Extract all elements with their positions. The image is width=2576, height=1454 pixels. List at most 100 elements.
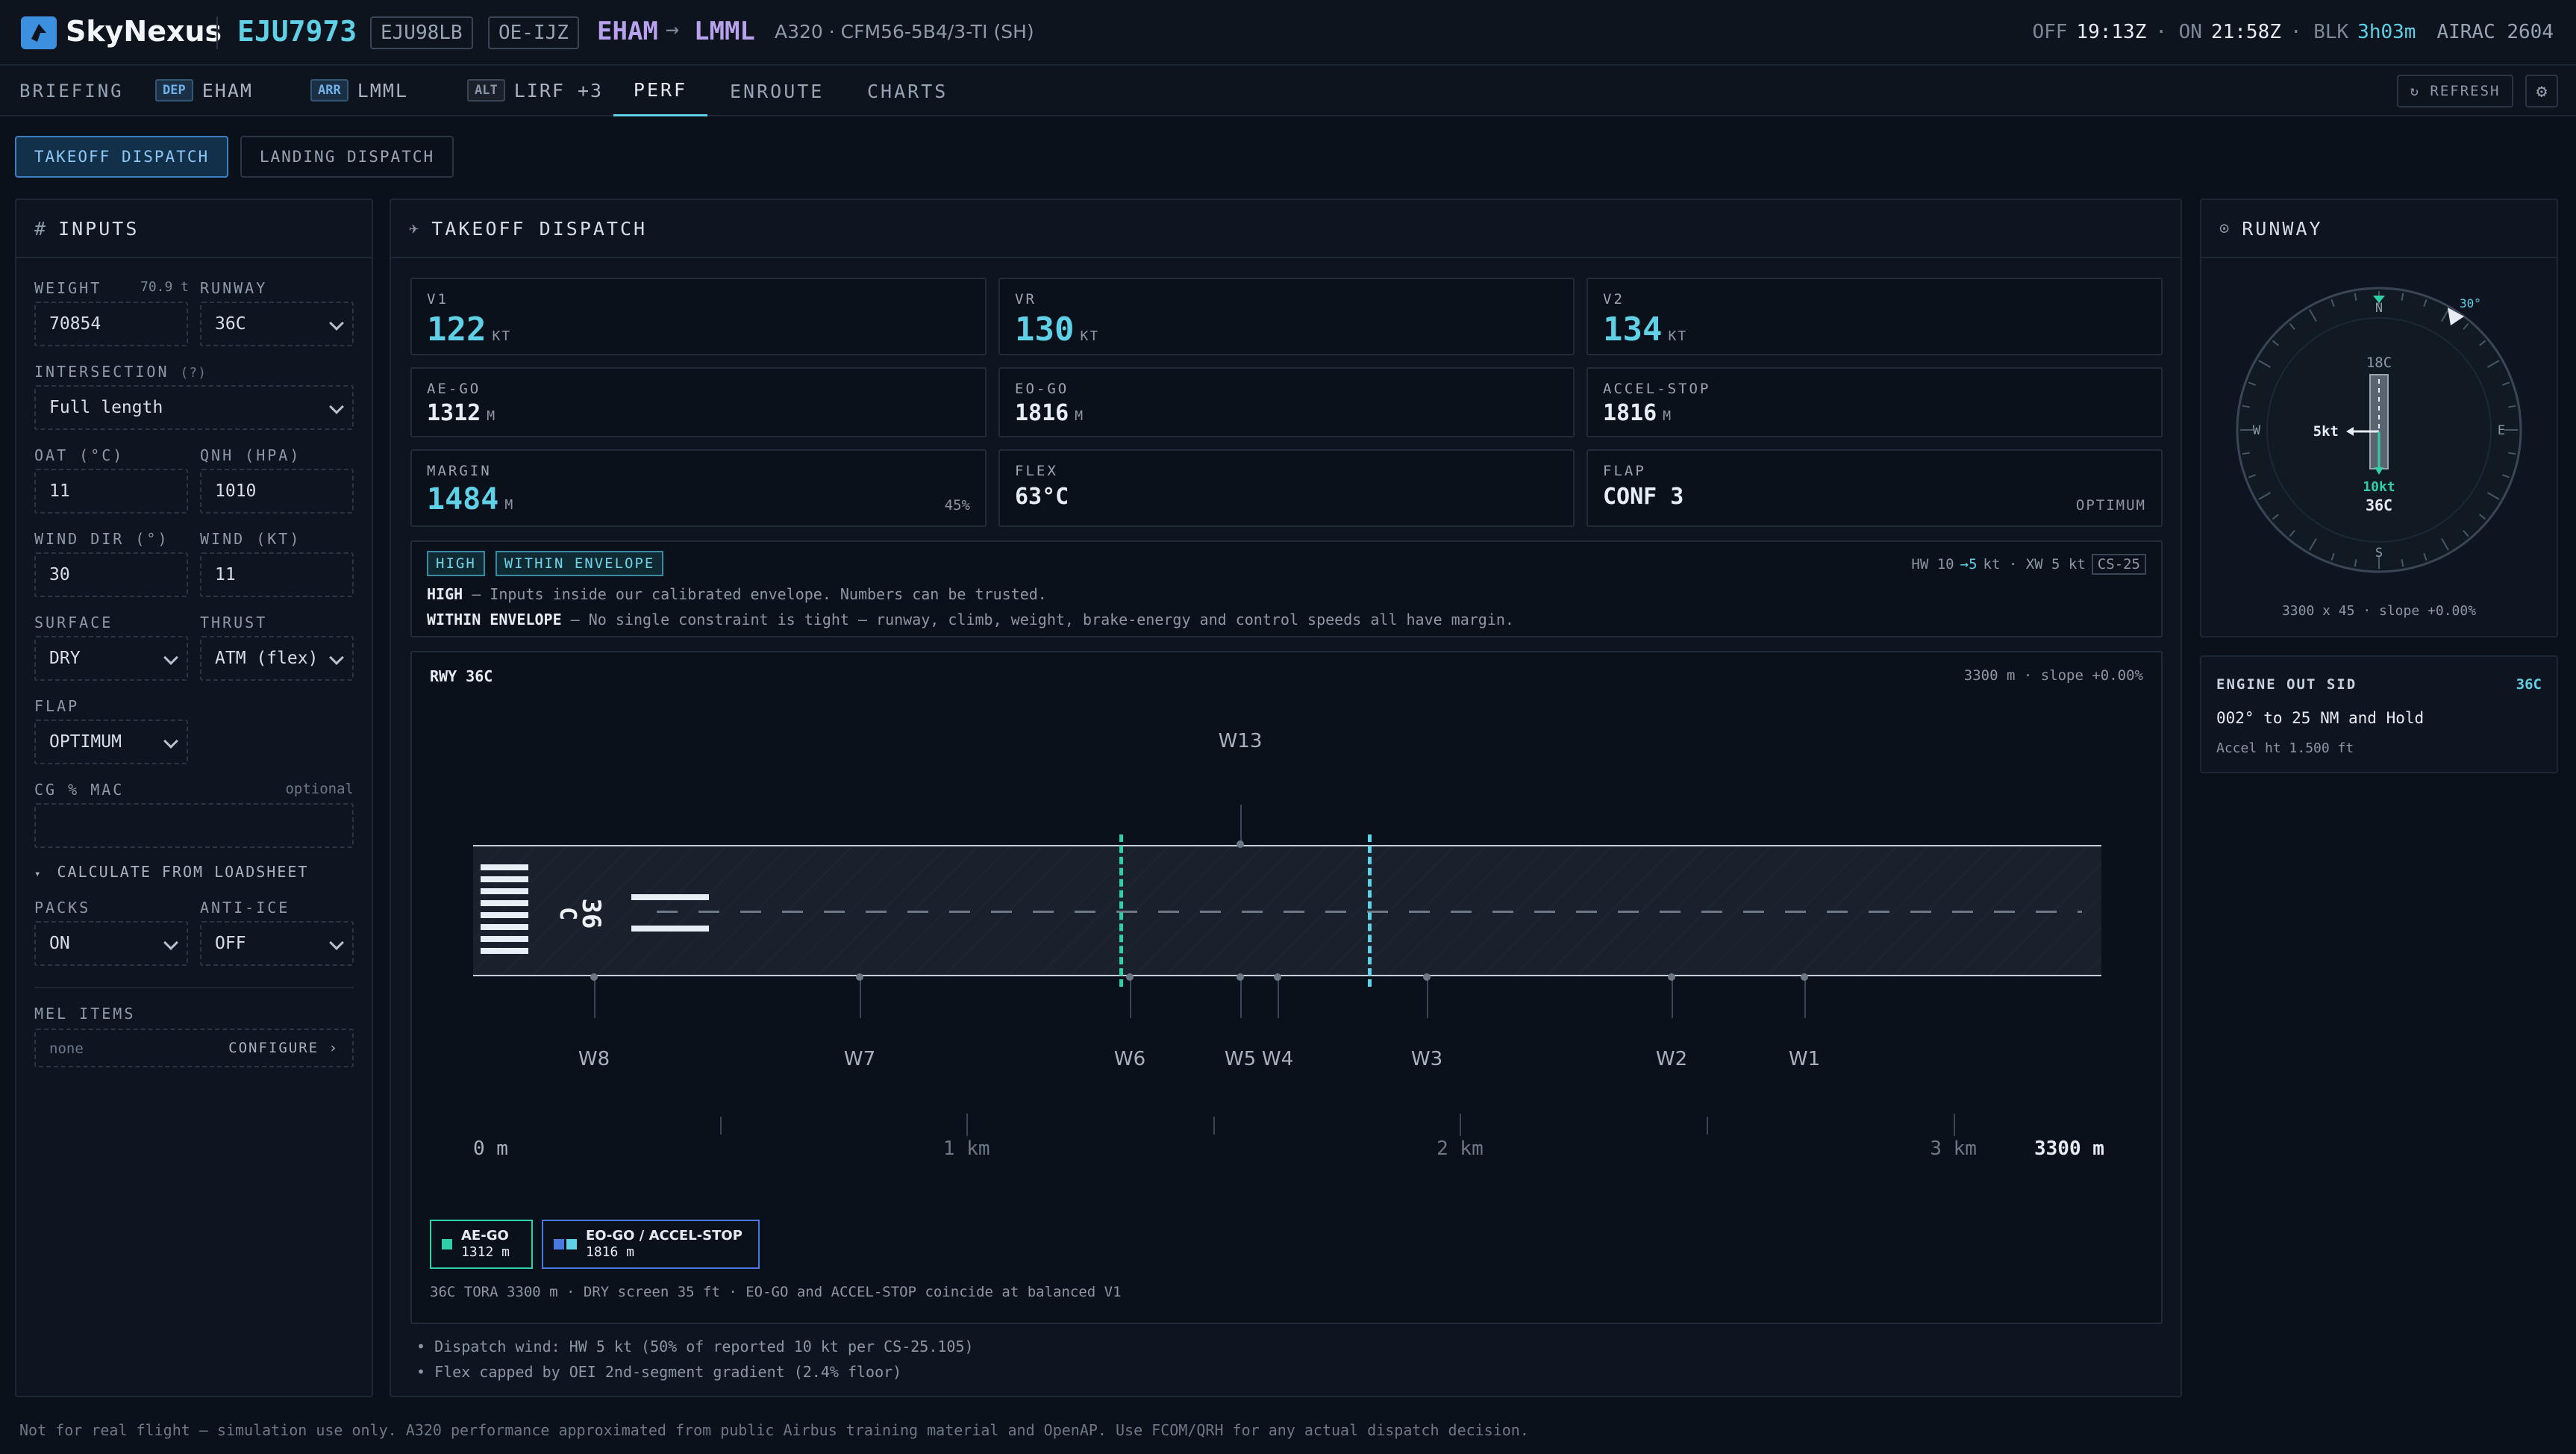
waypoint-dot — [1274, 973, 1281, 981]
waypoint-label: W6 — [1113, 1048, 1146, 1070]
legend-aego-label: AE-GO — [461, 1228, 509, 1244]
inputs-header: # INPUTS — [16, 200, 372, 258]
mel-value: none — [49, 1040, 84, 1057]
wind-summary-xw: kt · XW 5 kt — [1983, 556, 2086, 572]
tab-departure[interactable]: DEP EHAM — [155, 79, 253, 102]
headwind-label: 10kt — [2363, 479, 2395, 495]
v1-unit: KT — [492, 328, 512, 344]
tab-alternate[interactable]: ALT LIRF +3 — [467, 79, 603, 102]
on-label: · ON — [2155, 21, 2202, 43]
scale-minor-tick — [719, 1117, 722, 1135]
packs-label: PACKS — [34, 899, 91, 917]
oat-input[interactable]: 11 — [34, 469, 188, 514]
dep-tag: DEP — [155, 79, 193, 102]
runway-panel-title: RUNWAY — [2242, 217, 2323, 240]
mel-configure-button[interactable]: CONFIGURE › — [228, 1030, 339, 1066]
badge-envelope: WITHIN ENVELOPE — [495, 551, 664, 576]
flap-note: OPTIMUM — [2075, 497, 2146, 514]
waypoint-label: W4 — [1261, 1048, 1294, 1070]
scale-end-label: 3300 m — [2034, 1138, 2104, 1160]
wind-dir-input[interactable]: 30 — [34, 552, 188, 597]
waypoint-tick — [1804, 976, 1806, 1018]
v1-card: V1 122 KT — [410, 278, 987, 355]
waypoint-dot — [1237, 973, 1244, 981]
intersection-help[interactable]: (?) — [181, 365, 207, 381]
dispatch-title: TAKEOFF DISPATCH — [431, 217, 648, 240]
tab-briefing[interactable]: BRIEFING — [19, 81, 124, 102]
scale-minor-tick — [1213, 1117, 1215, 1135]
cg-input[interactable] — [34, 803, 354, 848]
qnh-label: QNH (HPA) — [200, 446, 301, 464]
intersection-select-value: Full length — [49, 398, 163, 417]
confidence-badges: HIGH WITHIN ENVELOPE — [427, 551, 664, 576]
antiice-select[interactable]: OFF — [200, 921, 354, 966]
flap-value: CONF 3 — [1603, 484, 1684, 510]
aego-unit: M — [487, 408, 497, 424]
wind-kt-input[interactable]: 11 — [200, 552, 354, 597]
mel-label: MEL ITEMS — [34, 1005, 136, 1023]
settings-button[interactable]: ⚙ — [2525, 75, 2558, 107]
thrust-select[interactable]: ATM (flex) — [200, 636, 354, 681]
takeoff-dispatch-tab[interactable]: TAKEOFF DISPATCH — [15, 136, 228, 178]
accel-stop-label: ACCEL-STOP — [1603, 381, 1711, 397]
legend-eo-accel: EO-GO / ACCEL-STOP 1816 m — [542, 1220, 760, 1269]
chevron-down-icon — [163, 935, 178, 950]
alt-airports: LIRF +3 — [513, 79, 604, 102]
waypoint-dot — [590, 973, 598, 981]
tab-enroute[interactable]: ENROUTE — [730, 81, 824, 102]
flap-select[interactable]: OPTIMUM — [34, 720, 188, 764]
block-times: OFF 19:13Z · ON 21:58Z · BLK 3h03m AIRAC… — [2032, 21, 2554, 43]
intersection-select[interactable]: Full length — [34, 385, 354, 430]
envelope-explanation: WITHIN ENVELOPE — No single constraint i… — [427, 611, 1514, 628]
high-text: — Inputs inside our calibrated envelope.… — [463, 585, 1047, 603]
legend-eo-label: EO-GO / ACCEL-STOP — [586, 1228, 743, 1244]
weight-input[interactable]: 70854 — [34, 302, 188, 346]
antiice-select-value: OFF — [215, 934, 246, 953]
scale-label: 3 km — [1930, 1138, 1977, 1160]
tab-charts[interactable]: CHARTS — [867, 81, 948, 102]
sid-runway: 36C — [2516, 676, 2542, 693]
alt-tag: ALT — [467, 79, 505, 102]
calc-loadsheet-label: CALCULATE FROM LOADSHEET — [57, 863, 309, 881]
waypoint-tick — [1240, 976, 1242, 1018]
sid-text: 002° to 25 NM and Hold — [2216, 709, 2425, 727]
wind-dir-label: WIND DIR (°) — [34, 530, 169, 548]
waypoint-label: W2 — [1655, 1048, 1688, 1070]
flex-value: 63°C — [1015, 484, 1069, 510]
teal-square-icon — [442, 1239, 452, 1249]
brand-name: SkyNexus — [66, 15, 222, 48]
v2-unit: KT — [1668, 328, 1688, 344]
legend-aego: AE-GO 1312 m — [430, 1220, 533, 1269]
header-divider — [216, 16, 218, 49]
badge-high: HIGH — [427, 551, 485, 576]
caret-down-icon: ▾ — [34, 868, 43, 880]
tab-perf[interactable]: PERF — [613, 66, 707, 116]
tab-arrival[interactable]: ARR LMML — [310, 79, 408, 102]
wind-summary-arrow: →5 — [1960, 556, 1978, 572]
runway-diagram: RWY 36C 3300 m · slope +0.00% 36 C W8 W7 W… — [410, 651, 2163, 1324]
packs-select-value: ON — [49, 934, 70, 953]
nav-bar: BRIEFING DEP EHAM ARR LMML ALT LIRF +3 P… — [0, 66, 2576, 116]
scale-minor-tick — [1707, 1117, 1709, 1135]
aego-value: 1312 — [427, 400, 481, 426]
surface-select[interactable]: DRY — [34, 636, 188, 681]
refresh-button[interactable]: ↻ REFRESH — [2397, 75, 2513, 107]
calc-loadsheet-toggle[interactable]: ▾ CALCULATE FROM LOADSHEET — [34, 863, 308, 881]
chevron-down-icon — [163, 734, 178, 749]
waypoint-label: W3 — [1410, 1048, 1443, 1070]
runway-top-label: 18C — [2366, 355, 2392, 371]
landing-dispatch-tab[interactable]: LANDING DISPATCH — [240, 136, 454, 178]
scale-major-tick — [1460, 1114, 1462, 1136]
scale-major-tick — [966, 1114, 969, 1136]
v1-value: 122 — [427, 311, 487, 349]
engine-out-sid-panel: ENGINE OUT SID 36C 002° to 25 NM and Hol… — [2200, 655, 2558, 773]
packs-select[interactable]: ON — [34, 921, 188, 966]
qnh-input[interactable]: 1010 — [200, 469, 354, 514]
disclaimer-footer: Not for real flight — simulation use onl… — [19, 1421, 1529, 1439]
vr-unit: KT — [1080, 328, 1100, 344]
intersection-label-text: INTERSECTION — [34, 363, 169, 381]
scale-label: 2 km — [1437, 1138, 1484, 1160]
waypoint-dot — [1237, 840, 1244, 848]
intersection-label: INTERSECTION (?) — [34, 363, 207, 381]
runway-select[interactable]: 36C — [200, 302, 354, 346]
